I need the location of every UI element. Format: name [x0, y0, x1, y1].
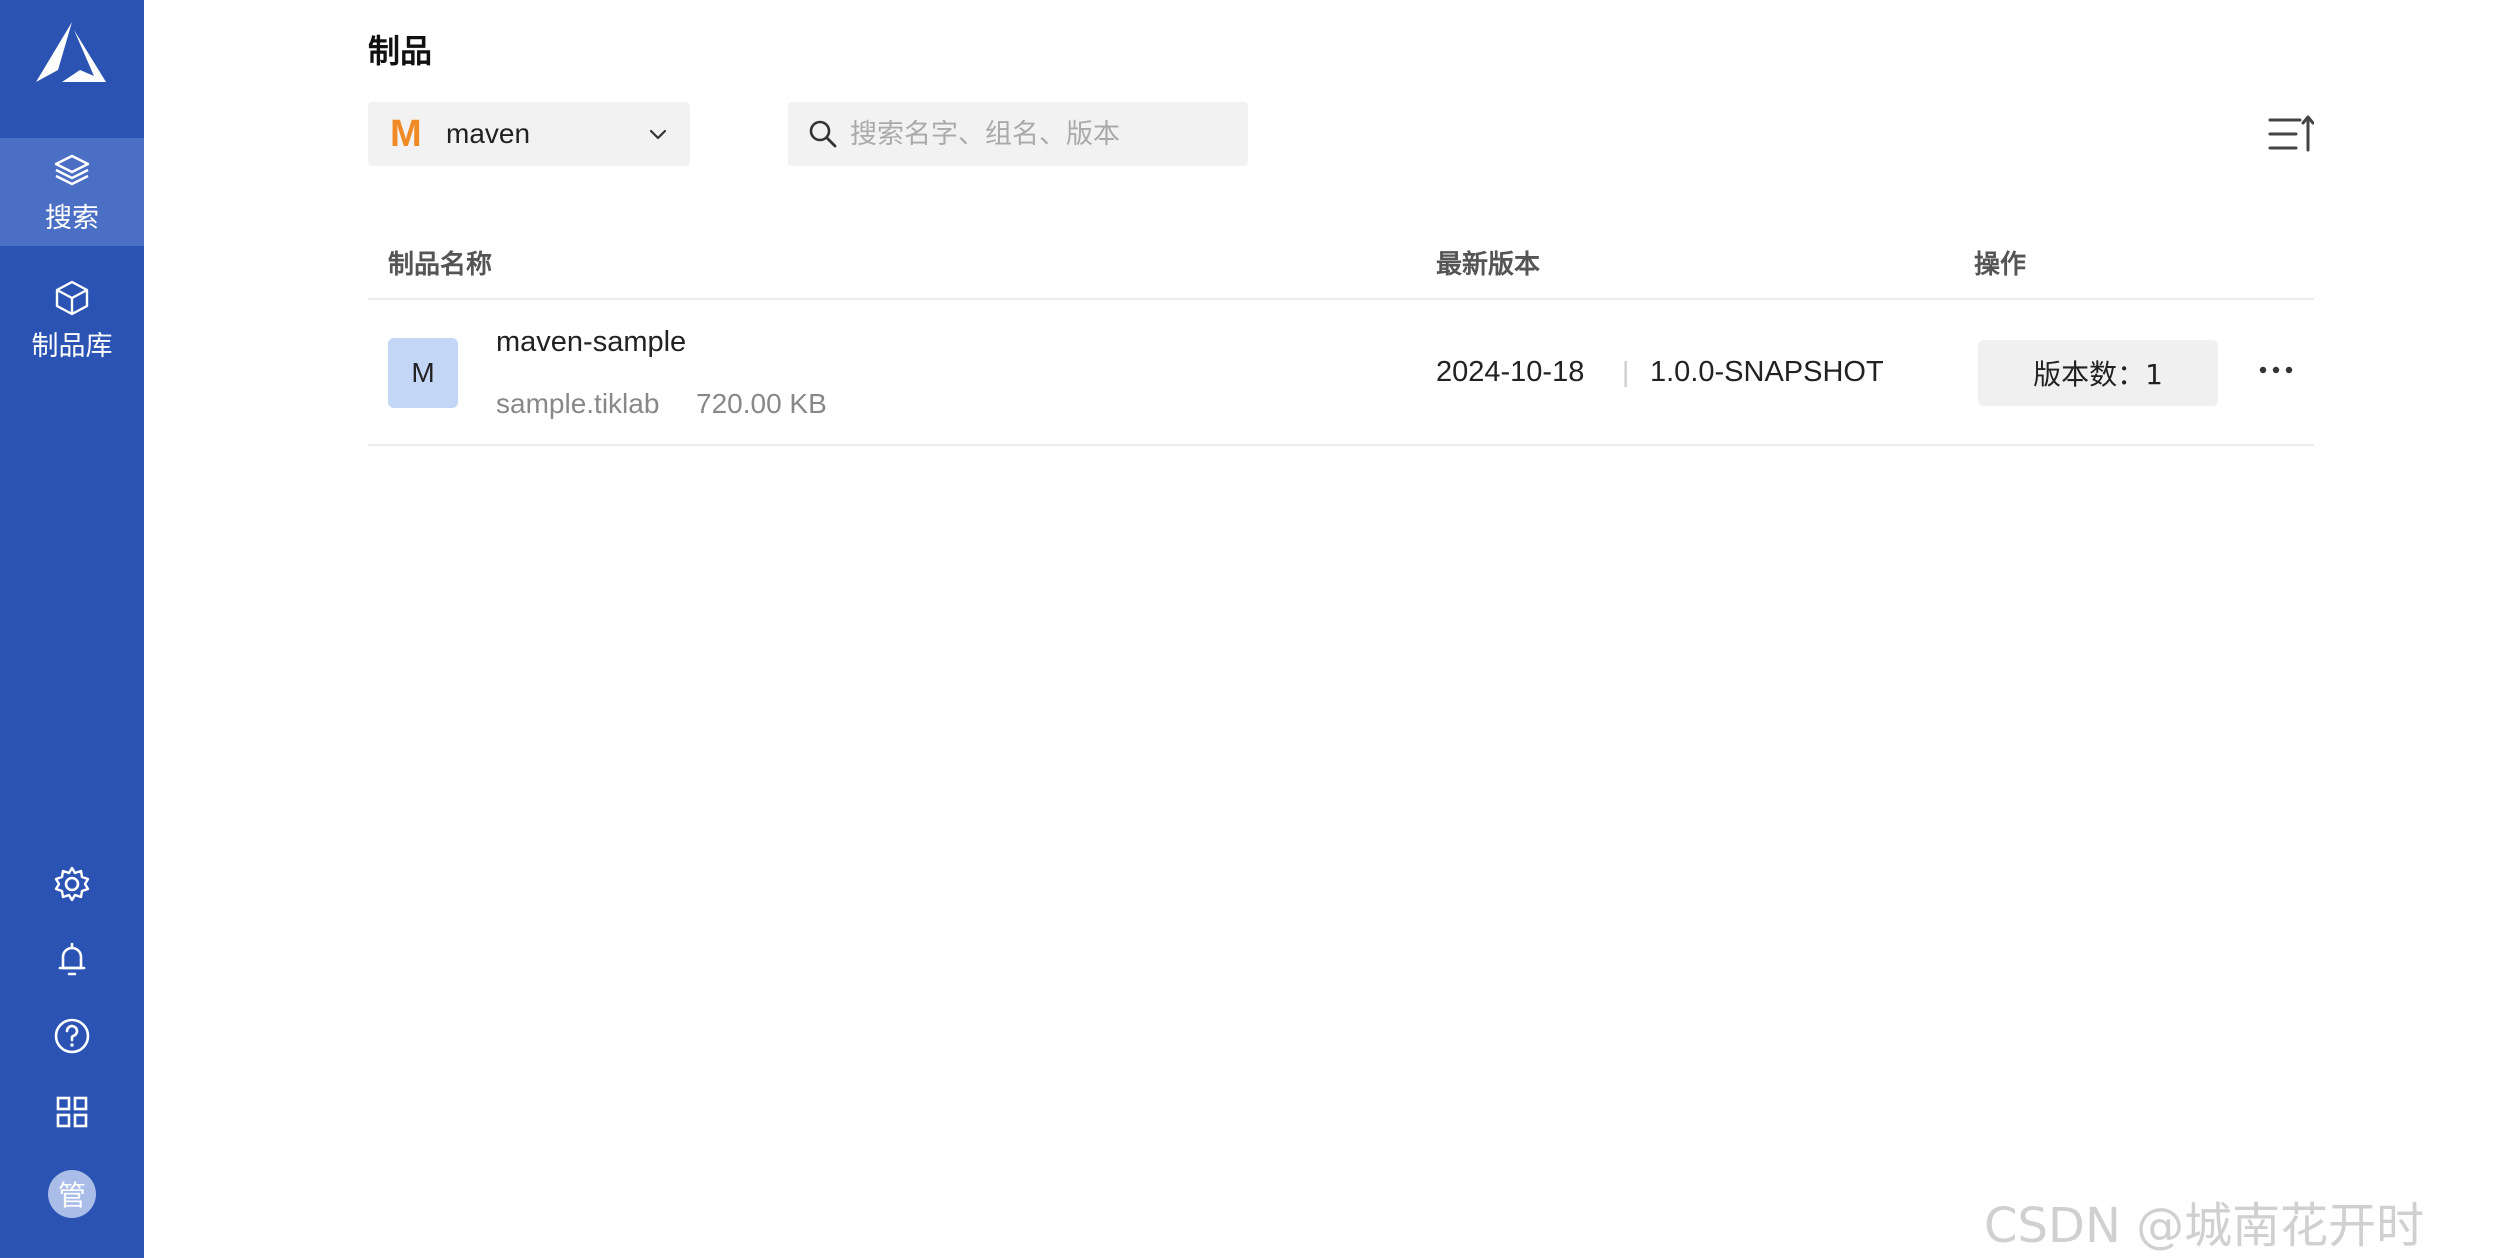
- sidebar: 搜索 制品库 管: [0, 0, 144, 1258]
- bell-icon: [58, 942, 86, 976]
- search-input[interactable]: [848, 117, 1238, 151]
- nav-label-search: 搜索: [45, 202, 99, 234]
- latest-version: 1.0.0-SNAPSHOT: [1650, 356, 1884, 388]
- column-header-actions: 操作: [1974, 250, 2027, 280]
- more-actions-button[interactable]: [2256, 350, 2296, 390]
- artifact-name-link[interactable]: maven-sample: [496, 326, 686, 359]
- table-header-divider: [368, 298, 2314, 300]
- gear-icon: [54, 866, 90, 902]
- app-logo[interactable]: [32, 20, 112, 88]
- layers-icon: [54, 154, 90, 185]
- help-icon: [54, 1018, 90, 1054]
- version-separator: |: [1622, 356, 1630, 387]
- artifact-avatar: M: [388, 338, 458, 408]
- cube-icon: [55, 280, 89, 315]
- apps-grid-icon: [56, 1096, 88, 1128]
- search-icon: [809, 120, 837, 148]
- column-header-latest-version: 最新版本: [1436, 250, 1541, 280]
- repository-type-select[interactable]: M maven: [368, 102, 690, 166]
- version-count-button[interactable]: 版本数：1: [1978, 340, 2218, 406]
- nav-item-repository[interactable]: 制品库: [0, 266, 144, 374]
- search-box[interactable]: [788, 102, 1248, 166]
- nav-label-repository: 制品库: [31, 330, 113, 362]
- artifact-size: 720.00 KB: [696, 388, 827, 419]
- chevron-down-icon: [649, 129, 667, 140]
- user-avatar[interactable]: 管: [48, 1170, 96, 1218]
- nav-item-search[interactable]: 搜索: [0, 138, 144, 246]
- table-row-divider: [368, 444, 2314, 446]
- repository-type-value: maven: [446, 118, 531, 149]
- notifications-button[interactable]: [50, 938, 94, 982]
- more-icon: [2259, 366, 2293, 374]
- watermark: CSDN @城南花开时: [1984, 1198, 2425, 1254]
- sort-icon[interactable]: [2266, 112, 2314, 156]
- help-button[interactable]: [50, 1014, 94, 1058]
- artifact-group: sample.tiklab: [496, 388, 660, 419]
- page-title: 制品: [368, 32, 433, 70]
- latest-version-date: 2024-10-18: [1436, 356, 1585, 388]
- apps-button[interactable]: [50, 1090, 94, 1134]
- settings-button[interactable]: [50, 862, 94, 906]
- column-header-name: 制品名称: [388, 250, 493, 280]
- maven-icon: M: [390, 112, 422, 155]
